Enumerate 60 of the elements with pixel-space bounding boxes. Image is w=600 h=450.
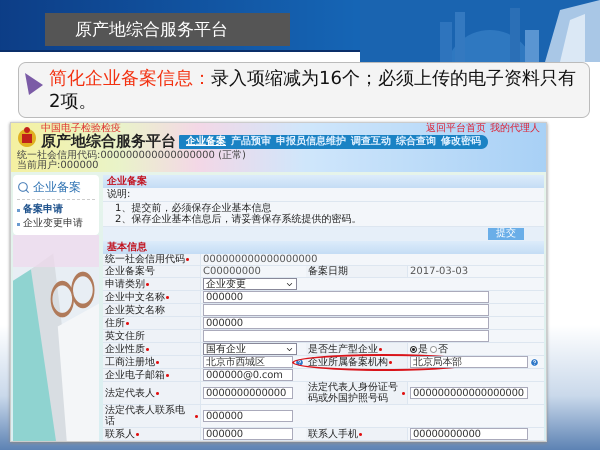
field-label: 联系人手机 [308, 428, 358, 440]
field-label: 申请类别 [105, 278, 145, 290]
field-label: 备案日期 [308, 266, 348, 277]
triangle-icon [23, 71, 45, 97]
input-field[interactable]: 000000 [203, 317, 489, 329]
section-title: 基本信息 [103, 241, 544, 254]
field-label: 法定代表人 [105, 388, 155, 398]
nav-tab[interactable]: 产品预审 [231, 136, 271, 148]
section-title: 企业备案 [103, 175, 544, 188]
help-icon[interactable] [530, 358, 539, 366]
field-label: 企业电子邮箱 [105, 370, 165, 380]
nav-tab[interactable]: 企业备案 [186, 136, 226, 148]
emblem-icon [17, 126, 37, 148]
nav-tab[interactable]: 调查互动 [351, 136, 391, 148]
radio-button[interactable] [430, 346, 437, 352]
field-label: 企业英文名称 [105, 304, 165, 316]
field-label: 住所 [105, 318, 125, 328]
field-value: 000000000000000000 [203, 254, 318, 265]
brand-title: 原产地综合服务平台 [41, 134, 176, 149]
nav-tab[interactable]: 修改密码 [441, 136, 481, 148]
radio-label: 是 [418, 344, 428, 354]
field-label: 联系人 [105, 428, 135, 440]
slide-title: 原产地综合服务平台 [45, 13, 290, 46]
callout-text: 简化企业备案信息：录入项缩减为16个；必须上传的电子资料只有2项。 [49, 67, 577, 113]
credit-code-text: 统一社会信用代码:000000000000000000 (正常) [17, 151, 247, 161]
sidebar-heading: 企业备案 [33, 179, 81, 196]
search-icon [17, 181, 30, 194]
field-value: 2017-03-03 [410, 266, 468, 277]
notice-text: 1、提交前，必须保存企业基本信息 [115, 203, 272, 214]
radio-button[interactable] [410, 346, 417, 352]
radio-label: 否 [438, 344, 448, 354]
input-field[interactable]: 000000 [203, 428, 293, 440]
sidebar-item[interactable]: 备案申请 [17, 203, 95, 217]
field-value: C00000000 [203, 266, 261, 277]
notice-text: 2、保存企业基本信息后，请妥善保存系统提供的密码。 [115, 214, 362, 225]
current-user-text: 当前用户:000000 [17, 161, 100, 171]
input-field[interactable] [203, 304, 489, 316]
input-field[interactable]: 00000000000 [410, 428, 528, 440]
select-field[interactable]: 企业变更 [203, 278, 297, 290]
nav-tab[interactable]: 综合查询 [396, 136, 436, 148]
input-field[interactable] [203, 330, 489, 342]
field-label: 英文住所 [105, 330, 145, 342]
input-field[interactable]: 000000 [203, 291, 489, 303]
field-label: 企业备案号 [105, 266, 155, 277]
input-field[interactable]: 000000@0.com [203, 369, 293, 381]
input-field[interactable]: 000000 [203, 410, 293, 422]
input-field[interactable]: 0000000000000 [203, 387, 293, 399]
brand-tagline: 中国电子检验检疫 [41, 124, 122, 134]
select-field[interactable]: 国有企业 [203, 343, 297, 355]
field-label: 企业中文名称 [105, 292, 165, 302]
field-label: 企业性质 [105, 344, 145, 354]
field-label: 统一社会信用代码 [105, 254, 185, 265]
field-label: 是否生产型企业 [308, 344, 378, 354]
notice-label: 说明: [107, 189, 130, 200]
field-label: 法定代表人身份证号码或外国护照号码 [308, 382, 399, 404]
input-field[interactable]: 000000000000000000 [410, 387, 528, 399]
field-label: 法定代表人联系电话 [105, 405, 186, 427]
sidebar-item[interactable]: 企业变更申请 [17, 217, 95, 231]
nav-tab[interactable]: 申报员信息维护 [276, 136, 346, 148]
field-label: 工商注册地 [105, 356, 155, 368]
